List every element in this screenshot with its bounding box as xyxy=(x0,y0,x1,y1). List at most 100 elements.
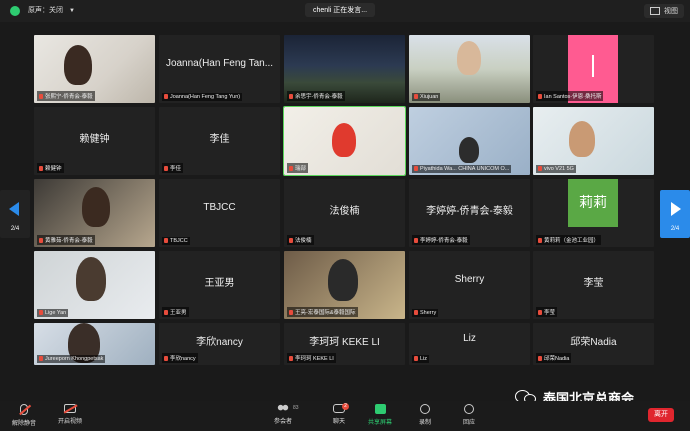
original-audio-toggle[interactable]: 原声：关闭 ▼ xyxy=(28,5,75,15)
prev-page-button[interactable]: 2/4 xyxy=(0,190,30,238)
chat-unread-badge: 2 xyxy=(342,403,349,410)
muted-mic-icon xyxy=(164,166,168,172)
avatar-name: 莉莉 xyxy=(579,194,607,210)
record-icon xyxy=(420,404,430,414)
participant-tile[interactable]: 瑞部 xyxy=(283,106,406,176)
participants-icon xyxy=(277,404,289,413)
participant-name: Xiujuan xyxy=(412,93,441,101)
participant-display-name: 李珂珂 KEKE LI xyxy=(309,337,380,348)
shield-icon[interactable] xyxy=(10,6,20,16)
participant-name: vivo V21 5G xyxy=(536,165,576,173)
participant-tile[interactable]: 李欣nancy 李欣nancy xyxy=(159,323,280,365)
participant-tile[interactable]: 莉莉 黄莉莉（金池工业园） xyxy=(533,179,654,247)
participant-tile[interactable]: 黄雅茹-侨青会-泰毅 xyxy=(34,179,155,247)
participant-tile[interactable]: 李佳 李佳 xyxy=(159,107,280,175)
participant-tile[interactable]: TBJCC TBJCC xyxy=(159,179,280,247)
participant-name: 王亮-宏泰国际&泰毅国际 xyxy=(287,307,358,317)
participant-display-name: 法俊楠 xyxy=(329,206,360,217)
participant-name: Liz xyxy=(412,355,430,363)
participants-count: 83 xyxy=(293,405,299,411)
start-video-button[interactable]: 开启视频 xyxy=(58,404,82,425)
participant-name: 李婷婷-侨青会-泰毅 xyxy=(412,235,470,245)
participant-tile[interactable]: Xiujuan xyxy=(409,35,530,103)
participant-tile[interactable]: 法俊楠 法俊楠 xyxy=(284,179,405,247)
grid-icon xyxy=(650,7,660,16)
participant-tile[interactable]: 李婷婷-侨青会-泰毅 李婷婷-侨青会-泰毅 xyxy=(409,179,530,247)
participant-video xyxy=(76,257,106,301)
participant-name: Piyathida Wa... CHINA UNICOM O... xyxy=(412,165,512,173)
muted-mic-icon xyxy=(164,94,168,100)
participant-tile[interactable]: Piyathida Wa... CHINA UNICOM O... xyxy=(409,107,530,175)
participant-tile[interactable]: 李莹 李莹 xyxy=(533,251,654,319)
participant-name: Jureeporn Khongpetsak xyxy=(37,355,106,363)
participant-video xyxy=(82,187,110,227)
participant-name: Sherry xyxy=(412,309,439,317)
participant-display-name: 邱荣Nadia xyxy=(570,337,617,348)
participant-name: 李珂珂 KEKE LI xyxy=(287,353,336,363)
muted-mic-icon xyxy=(289,166,293,172)
participant-tile[interactable]: 李珂珂 KEKE LI 李珂珂 KEKE LI xyxy=(284,323,405,365)
muted-mic-icon xyxy=(289,356,293,362)
participant-name: 法俊楠 xyxy=(287,235,314,245)
camera-off-icon xyxy=(64,404,76,413)
participant-tile[interactable]: 张熙宁-侨青会-泰毅 xyxy=(34,35,155,103)
participant-display-name: 李莹 xyxy=(583,278,604,289)
participant-name: TBJCC xyxy=(162,237,190,245)
participant-tile[interactable]: vivo V21 5G xyxy=(533,107,654,175)
participant-name: 赖健钟 xyxy=(37,163,64,173)
unmute-button[interactable]: 解除静音 xyxy=(12,404,36,427)
share-screen-button[interactable]: 共享屏幕 xyxy=(368,404,392,426)
muted-mic-icon xyxy=(414,166,418,172)
muted-mic-icon xyxy=(414,94,418,100)
share-screen-label: 共享屏幕 xyxy=(368,420,393,426)
muted-mic-icon xyxy=(538,94,542,100)
participant-tile[interactable]: Jureeporn Khongpetsak xyxy=(34,323,155,365)
muted-mic-icon xyxy=(39,310,43,316)
avatar-initial xyxy=(592,55,594,77)
participant-display-name: 赖健钟 xyxy=(79,134,110,145)
participant-display-name: 王亚男 xyxy=(204,278,235,289)
muted-mic-icon xyxy=(39,356,43,362)
participant-tile[interactable]: 邱荣Nadia 邱荣Nadia xyxy=(533,323,654,365)
participant-tile[interactable]: 王亮-宏泰国际&泰毅国际 xyxy=(284,251,405,319)
participants-label: 参会者 xyxy=(274,419,293,425)
participant-tile[interactable]: Ian Santos-伊恩·桑托斯 xyxy=(533,35,654,103)
original-audio-label: 原声：关闭 xyxy=(28,7,63,14)
muted-mic-icon xyxy=(538,356,542,362)
participant-name: 瑞部 xyxy=(287,163,309,173)
participant-tile[interactable]: Joanna(Han Feng Tan... Joanna(Han Feng T… xyxy=(159,35,280,103)
record-button[interactable]: 录制 xyxy=(419,404,431,426)
participant-video xyxy=(457,41,481,75)
participant-display-name: Joanna(Han Feng Tan... xyxy=(165,58,274,69)
participant-tile[interactable]: Liz Liz xyxy=(409,323,530,365)
participant-display-name: 李欣nancy xyxy=(196,337,243,348)
muted-mic-icon xyxy=(39,238,43,244)
participant-tile[interactable]: Sherry Sherry xyxy=(409,251,530,319)
muted-mic-icon xyxy=(39,94,43,100)
muted-mic-icon xyxy=(538,166,542,172)
gallery-grid: 张熙宁-侨青会-泰毅 Joanna(Han Feng Tan... Joanna… xyxy=(34,35,654,365)
speaker-indicator: chenli 正在发言... xyxy=(305,3,376,17)
share-screen-icon xyxy=(374,404,386,414)
view-button[interactable]: 视图 xyxy=(644,4,684,18)
chat-label: 聊天 xyxy=(333,419,346,425)
participant-name: 张熙宁-侨青会-泰毅 xyxy=(37,91,95,101)
muted-mic-icon xyxy=(289,238,293,244)
muted-mic-icon xyxy=(164,356,168,362)
muted-mic-icon xyxy=(538,238,542,244)
participant-name: 黄莉莉（金池工业园） xyxy=(536,235,602,245)
reactions-button[interactable]: 回应 xyxy=(463,404,475,426)
participant-tile[interactable]: 赖健钟 赖健钟 xyxy=(34,107,155,175)
next-page-button[interactable]: 2/4 xyxy=(660,190,690,238)
unmute-label: 解除静音 xyxy=(12,421,37,427)
participant-tile[interactable]: 王亚男 王亚男 xyxy=(159,251,280,319)
participant-tile[interactable]: Lige Yan xyxy=(34,251,155,319)
participants-button[interactable]: 参会者 xyxy=(274,404,292,425)
muted-mic-icon xyxy=(414,238,418,244)
participant-display-name: Liz xyxy=(463,333,476,344)
participant-tile[interactable]: 余思宇-侨青会-泰毅 xyxy=(284,35,405,103)
leave-button[interactable]: 离开 xyxy=(648,408,674,422)
participant-name: 李欣nancy xyxy=(162,353,198,363)
avatar: 莉莉 xyxy=(568,179,618,227)
record-label: 录制 xyxy=(419,420,432,426)
